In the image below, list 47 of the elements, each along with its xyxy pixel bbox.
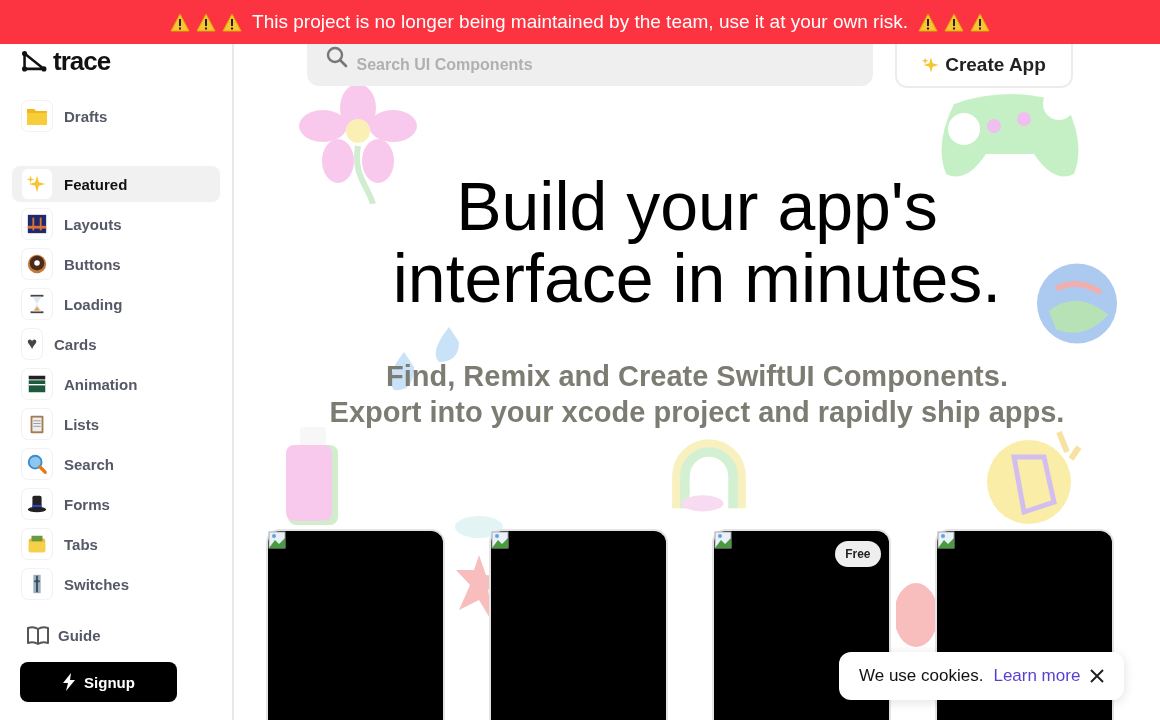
warning-icon bbox=[917, 12, 938, 32]
search-field[interactable]: Search UI Components bbox=[306, 44, 873, 86]
logo-text: trace bbox=[53, 46, 111, 76]
sidebar-item[interactable]: Search bbox=[12, 446, 220, 482]
sidebar-item[interactable]: Forms bbox=[12, 486, 220, 522]
clapperboard-icon bbox=[26, 373, 48, 395]
component-card[interactable] bbox=[488, 529, 668, 720]
learn-more-link[interactable]: Learn more bbox=[993, 666, 1081, 686]
folder-icon bbox=[26, 106, 48, 126]
book-icon bbox=[26, 625, 50, 645]
donut-icon bbox=[26, 253, 48, 275]
sidebar-item[interactable]: Buttons bbox=[12, 246, 220, 282]
broken-image-icon bbox=[490, 531, 509, 549]
broken-image-icon bbox=[936, 531, 955, 549]
hero-title: Build your app's interface in minutes. bbox=[392, 170, 1002, 314]
banner-text: This project is no longer being maintained by the team, use it at your own risk. bbox=[252, 11, 908, 33]
sidebar-item[interactable]: Loading bbox=[12, 286, 220, 322]
top-hat-icon bbox=[26, 493, 48, 515]
folder-icon bbox=[26, 533, 48, 555]
lightning-icon bbox=[62, 673, 77, 691]
broken-image-icon bbox=[267, 531, 286, 549]
close-button[interactable] bbox=[1090, 669, 1105, 683]
guide-link[interactable]: Guide bbox=[26, 620, 220, 650]
sidebar-item[interactable]: ♥ Cards bbox=[12, 326, 220, 362]
create-app-button[interactable]: Create App bbox=[894, 44, 1073, 88]
search-icon bbox=[325, 46, 348, 68]
sidebar-item[interactable]: Tabs bbox=[12, 526, 220, 562]
warning-icon bbox=[170, 12, 191, 32]
component-card[interactable] bbox=[265, 529, 445, 720]
close-icon bbox=[1090, 669, 1105, 683]
sidebar-item[interactable]: Drafts bbox=[12, 98, 220, 134]
warning-icon bbox=[222, 12, 243, 32]
sidebar-item[interactable]: Animation bbox=[12, 366, 220, 402]
warning-icon bbox=[943, 12, 964, 32]
sidebar-item[interactable]: Switches bbox=[12, 566, 220, 602]
warning-icon bbox=[969, 12, 990, 32]
logo-icon bbox=[22, 50, 47, 72]
sidebar-item[interactable]: Layouts bbox=[12, 206, 220, 242]
bridge-icon bbox=[26, 213, 48, 235]
sidebar-item[interactable]: Featured bbox=[12, 166, 220, 202]
hero-subtitle: Find, Remix and Create SwiftUI Components. Export into your xcode project and rapidly ship apps. bbox=[329, 359, 1065, 430]
magnifier-icon bbox=[26, 453, 48, 475]
signup-button[interactable]: Signup bbox=[20, 662, 177, 702]
warning-icon bbox=[196, 12, 217, 32]
broken-image-icon bbox=[713, 531, 732, 549]
free-badge: Free bbox=[835, 541, 881, 567]
sidebar-item[interactable]: Lists bbox=[12, 406, 220, 442]
